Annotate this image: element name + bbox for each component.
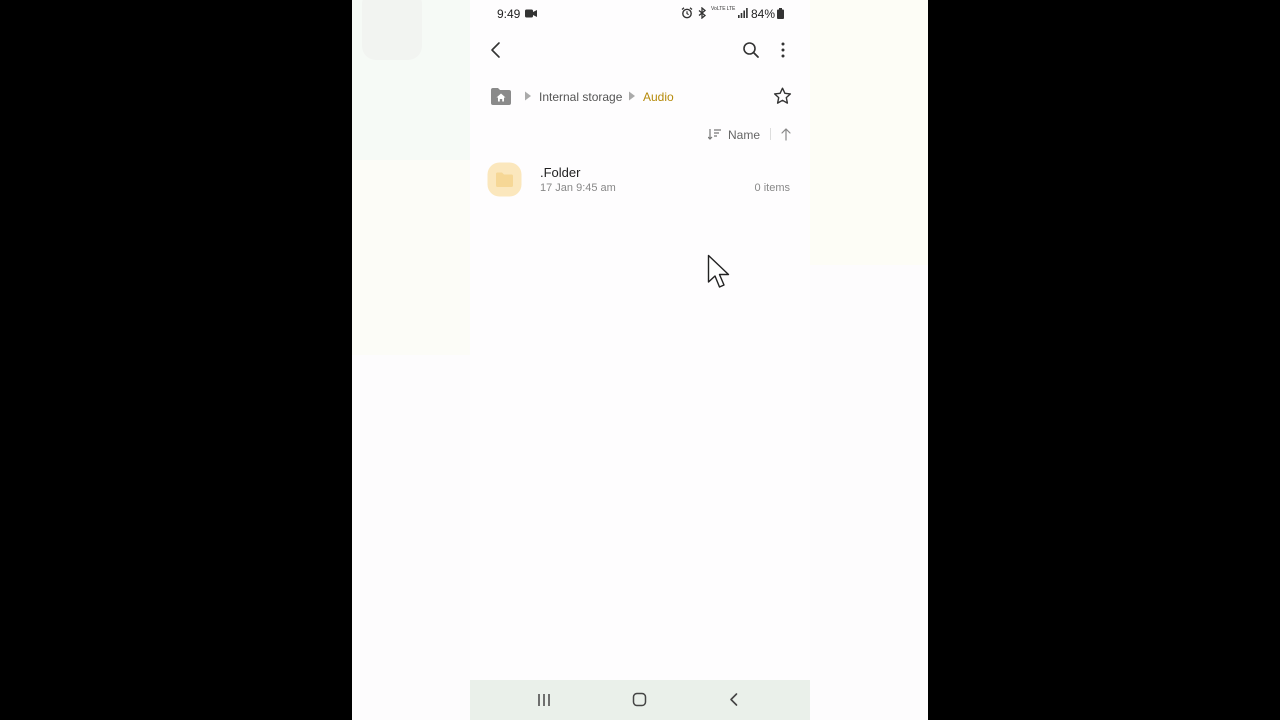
breadcrumb-separator-icon	[525, 91, 531, 101]
back-arrow-icon[interactable]	[487, 40, 505, 60]
more-vertical-icon[interactable]	[779, 41, 787, 59]
lte-icon: LTE	[725, 6, 737, 12]
list-item[interactable]: .Folder 17 Jan 9:45 am 0 items	[470, 156, 810, 202]
breadcrumb-item-internal-storage[interactable]: Internal storage	[539, 90, 622, 104]
folder-icon	[487, 162, 522, 197]
sort-divider	[770, 128, 771, 140]
volte-label: VoLTE	[711, 6, 726, 12]
background-panel	[352, 160, 470, 355]
file-name: .Folder	[540, 165, 581, 180]
home-folder-icon	[491, 88, 511, 105]
system-navigation-bar	[470, 680, 810, 720]
star-favorite-icon[interactable]	[773, 87, 792, 105]
background-panel	[810, 0, 928, 265]
recent-apps-icon[interactable]	[537, 693, 551, 707]
sort-icon	[708, 129, 721, 140]
status-time: 9:49	[497, 7, 521, 21]
breadcrumb-item-audio[interactable]: Audio	[643, 90, 674, 104]
battery-icon	[777, 8, 784, 19]
background-panel	[362, 0, 422, 60]
volte-icon: VoLTE	[711, 6, 726, 12]
lte-label: LTE	[726, 6, 736, 12]
search-icon[interactable]	[742, 41, 760, 59]
breadcrumb-separator-icon	[629, 91, 635, 101]
alarm-icon	[681, 7, 693, 19]
sort-direction-up-icon[interactable]	[780, 127, 792, 141]
sort-label: Name	[728, 128, 761, 142]
home-icon[interactable]	[632, 692, 647, 707]
breadcrumb-home[interactable]	[490, 86, 512, 106]
battery-percentage: 84%	[751, 7, 776, 21]
signal-icon	[738, 8, 748, 18]
file-item-count: 0 items	[754, 182, 790, 194]
video-record-icon	[525, 9, 537, 18]
mouse-cursor-icon	[707, 254, 730, 288]
phone-screen: 9:49 VoLTE LTE 84% Internal storage Audi…	[470, 0, 810, 720]
bluetooth-icon	[698, 7, 707, 19]
nav-back-icon[interactable]	[728, 692, 740, 707]
file-date: 17 Jan 9:45 am	[540, 182, 616, 194]
